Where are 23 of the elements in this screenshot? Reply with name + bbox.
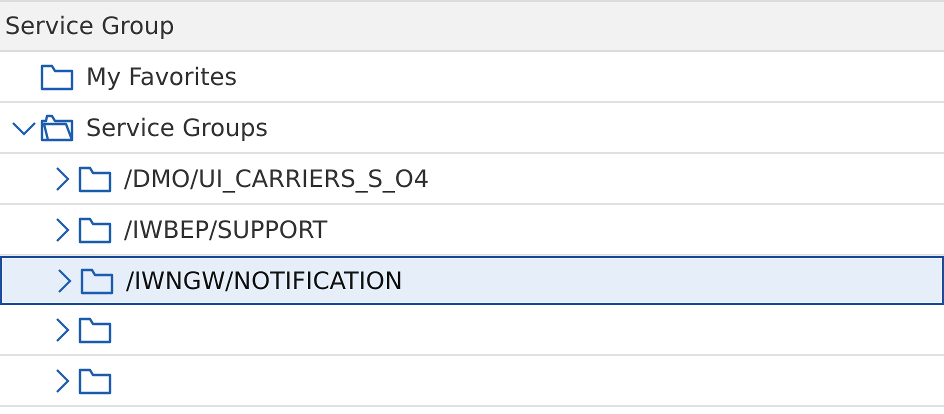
folder-icon bbox=[40, 62, 74, 90]
item-label: /IWNGW/NOTIFICATION bbox=[126, 266, 403, 294]
item-label: My Favorites bbox=[86, 62, 237, 90]
tree-item[interactable]: My Favorites bbox=[0, 52, 944, 103]
folder-icon bbox=[80, 266, 114, 294]
item-label: /DMO/UI_CARRIERS_S_O4 bbox=[124, 164, 429, 192]
chevron-right-icon bbox=[56, 268, 72, 294]
chevron-right-icon bbox=[54, 216, 70, 242]
chevron-right-icon bbox=[54, 166, 70, 192]
tree-item[interactable]: /DMO/UI_CARRIERS_S_O4 bbox=[0, 154, 944, 205]
folder-icon bbox=[78, 164, 112, 192]
open-folder-icon bbox=[40, 114, 74, 142]
chevron-right-icon bbox=[54, 316, 70, 342]
column-title: Service Group bbox=[5, 12, 174, 40]
folder-icon bbox=[78, 366, 112, 394]
folder-icon bbox=[78, 316, 112, 344]
tree-item[interactable]: /IWNGW/NOTIFICATION bbox=[0, 256, 944, 305]
chevron-down-icon bbox=[11, 120, 37, 136]
item-label: Service Groups bbox=[86, 114, 268, 142]
chevron-right-icon bbox=[54, 368, 70, 394]
item-label: /IWBEP/SUPPORT bbox=[124, 216, 328, 244]
folder-icon bbox=[78, 216, 112, 244]
tree-item[interactable]: Service Groups bbox=[0, 103, 944, 154]
